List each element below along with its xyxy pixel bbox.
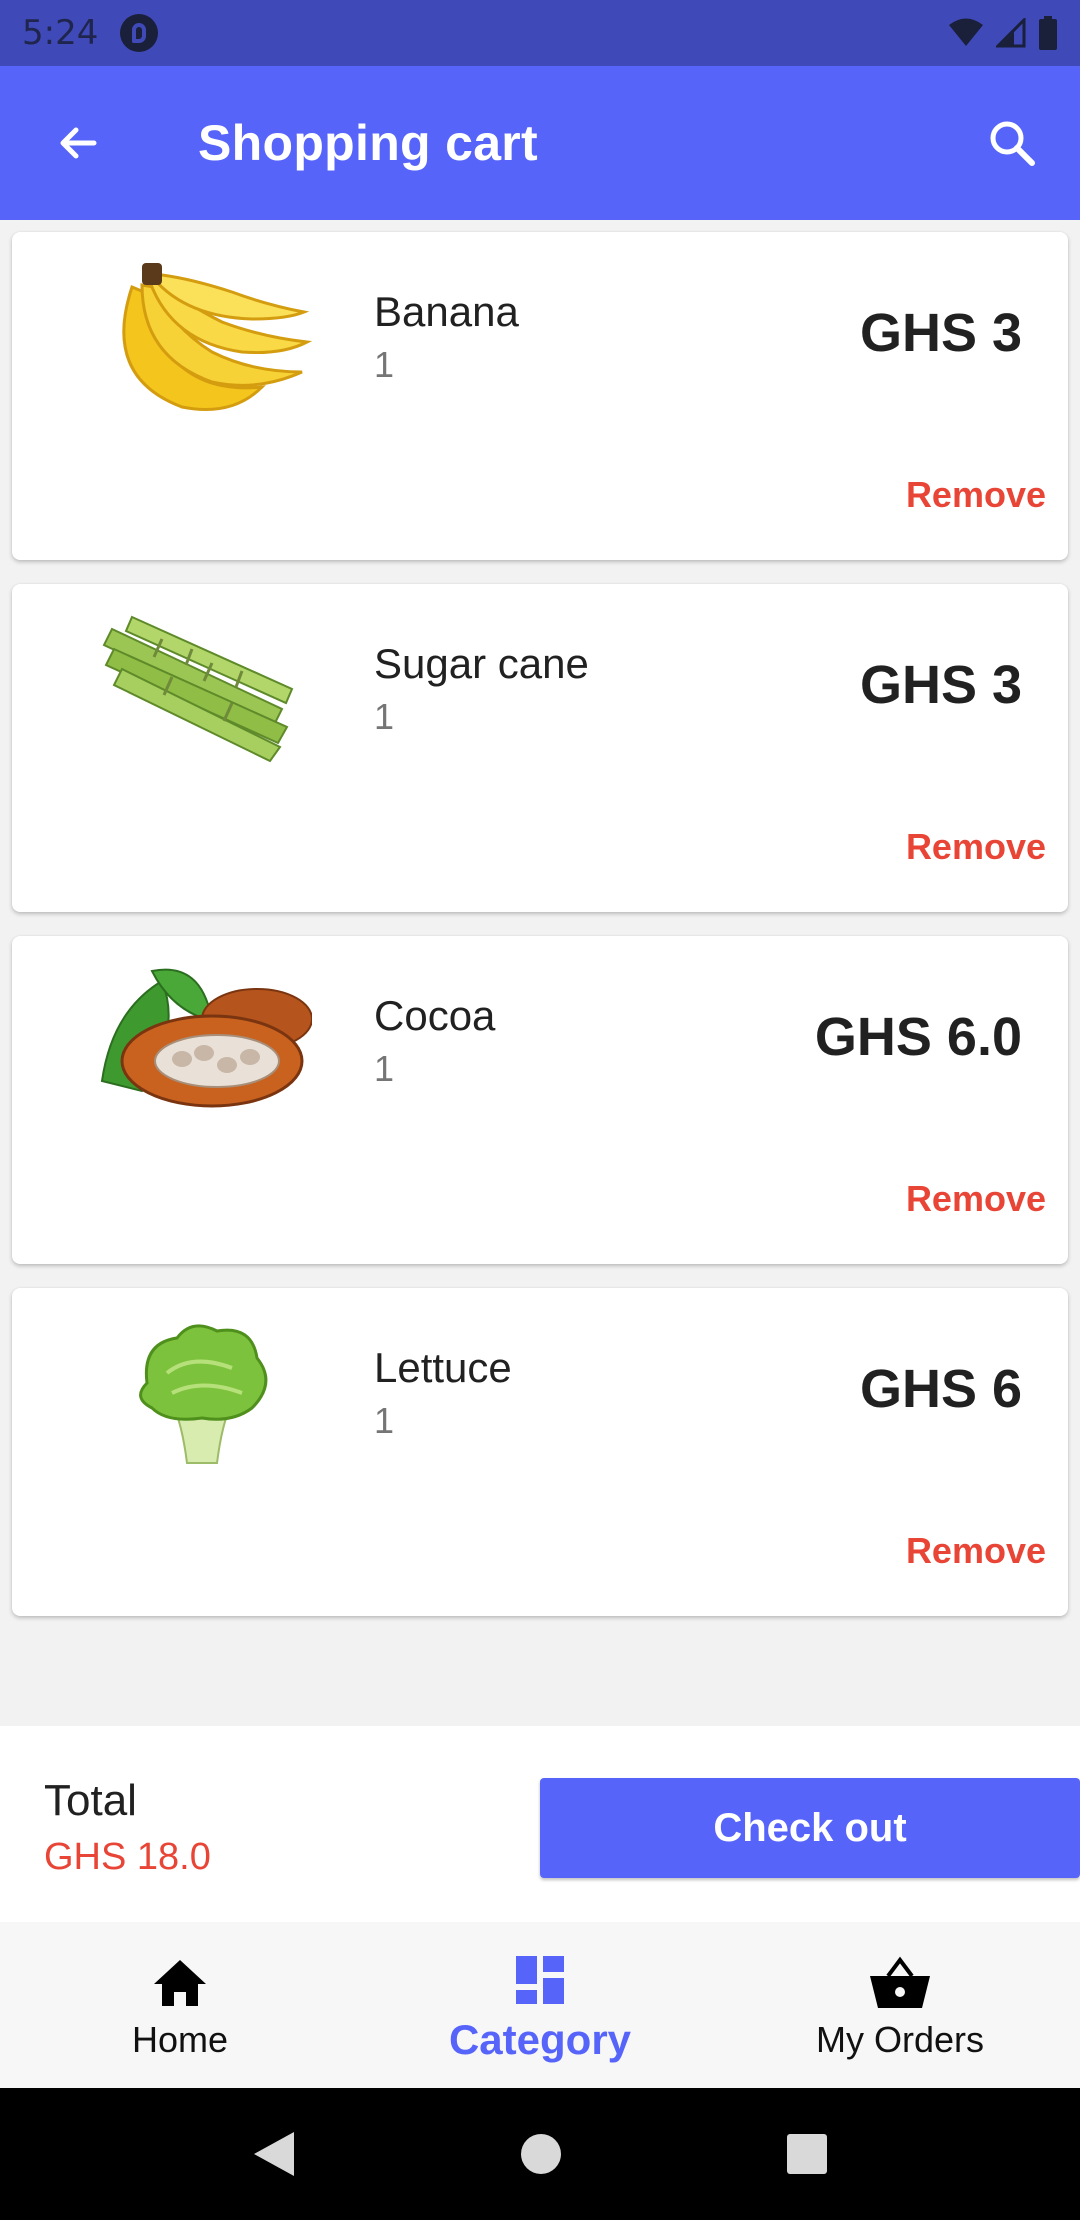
item-name: Sugar cane: [374, 640, 589, 687]
notification-app-icon: [120, 14, 159, 52]
arrow-back-icon: [60, 127, 97, 159]
total-label: Total: [44, 1776, 137, 1825]
banana-image: [82, 252, 322, 422]
remove-button[interactable]: Remove: [906, 1178, 1046, 1220]
search-button[interactable]: [962, 93, 1062, 193]
remove-button[interactable]: Remove: [906, 474, 1046, 516]
app-bar: Shopping cart: [0, 66, 1080, 220]
item-name: Cocoa: [374, 992, 496, 1039]
page-title: Shopping cart: [198, 115, 539, 171]
item-quantity: 1: [374, 344, 395, 385]
item-name: Lettuce: [374, 1344, 512, 1391]
nav-item-my-orders[interactable]: My Orders: [720, 1922, 1080, 2088]
item-price: GHS 6: [859, 1359, 1022, 1419]
nav-item-category[interactable]: Category: [360, 1922, 720, 2088]
system-back-icon[interactable]: [252, 2130, 296, 2178]
search-icon: [990, 121, 1035, 166]
cart-item-card: Cocoa 1 GHS 6.0 Remove: [12, 936, 1068, 1264]
status-icons: [948, 16, 1058, 50]
item-quantity: 1: [374, 1400, 395, 1441]
nav-label: Home: [131, 2019, 229, 2060]
item-price: GHS 3: [859, 655, 1022, 715]
system-recents-icon[interactable]: [786, 2133, 828, 2175]
status-bar: 5:24: [0, 0, 1080, 66]
remove-button[interactable]: Remove: [906, 826, 1046, 868]
lettuce-image: [82, 1308, 322, 1478]
cart-item-card: Banana 1 GHS 3 Remove: [12, 232, 1068, 560]
cell-signal-icon: [996, 18, 1026, 48]
item-quantity: 1: [374, 1048, 395, 1089]
item-price: GHS 6.0: [814, 1007, 1022, 1067]
sugar-cane-image: [82, 604, 322, 774]
cart-summary: Total GHS 18.0 Check out: [0, 1726, 1080, 1922]
battery-icon: [1039, 16, 1057, 50]
nav-label: Category: [448, 2016, 632, 2063]
system-home-icon[interactable]: [519, 2132, 563, 2176]
dashboard-icon: [516, 1956, 564, 2004]
checkout-button[interactable]: Check out: [540, 1778, 1080, 1878]
wifi-icon: [949, 18, 983, 46]
basket-icon: [870, 1956, 930, 2008]
cart-item-card: Lettuce 1 GHS 6 Remove: [12, 1288, 1068, 1616]
bottom-navigation: Home Category My Orders: [0, 1922, 1080, 2088]
cart-item-card: Sugar cane 1 GHS 3 Remove: [12, 584, 1068, 912]
status-time: 5:24: [22, 13, 99, 53]
item-price: GHS 3: [859, 303, 1022, 363]
system-navigation-bar: [0, 2088, 1080, 2220]
item-name: Banana: [374, 288, 519, 335]
cocoa-image: [82, 956, 322, 1126]
nav-label: My Orders: [815, 2019, 984, 2060]
remove-button[interactable]: Remove: [906, 1530, 1046, 1572]
home-icon: [154, 1960, 206, 2006]
total-value: GHS 18.0: [44, 1836, 211, 1878]
nav-item-home[interactable]: Home: [0, 1922, 360, 2088]
back-button[interactable]: [28, 93, 128, 193]
item-quantity: 1: [374, 696, 395, 737]
